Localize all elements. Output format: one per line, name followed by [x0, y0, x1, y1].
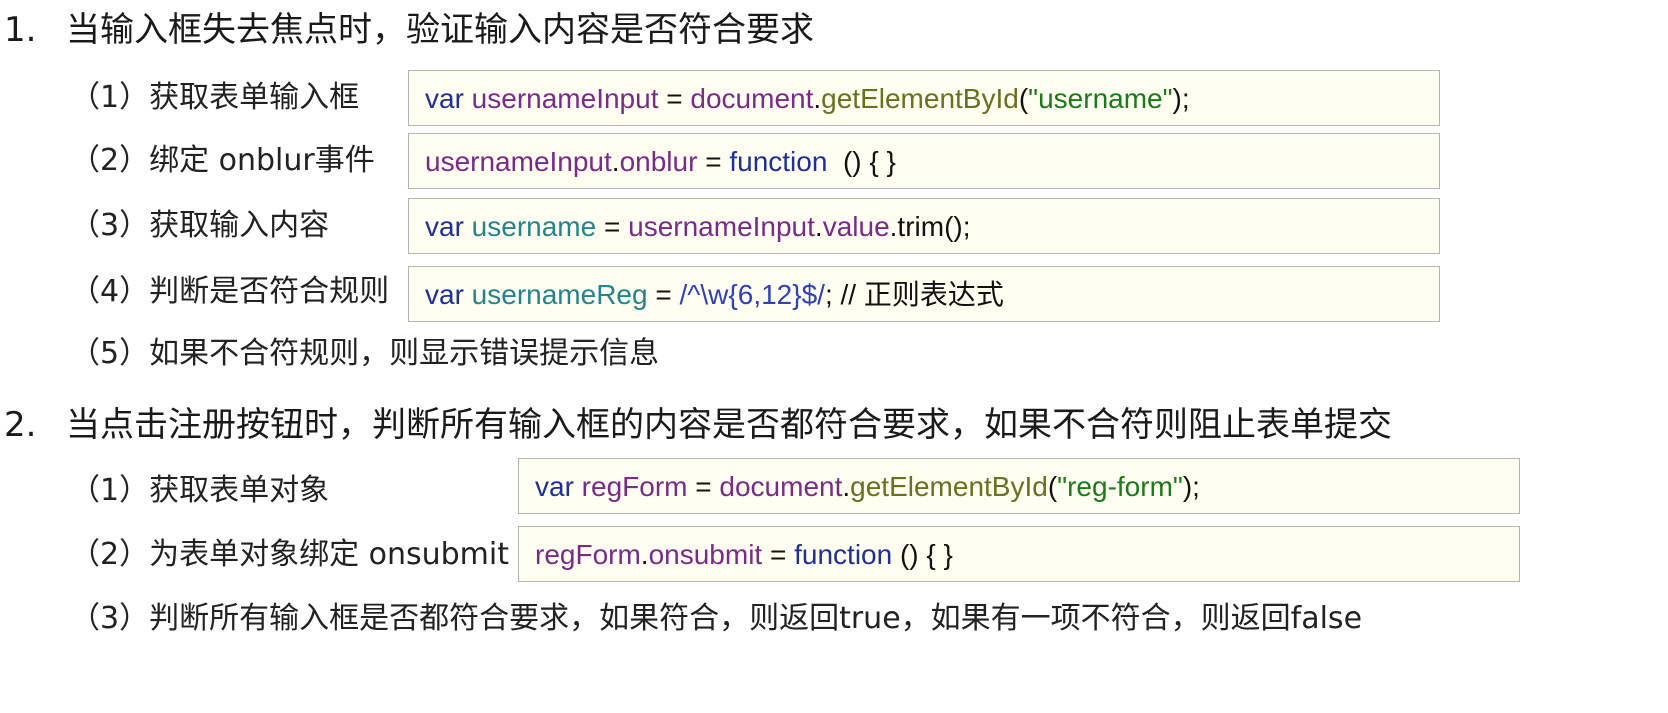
code-operator: =: [596, 211, 629, 242]
code-operator: =: [647, 279, 680, 310]
section-2-title: 当点击注册按钮时，判断所有输入框的内容是否都符合要求，如果不合符则阻止表单提交: [66, 405, 1392, 445]
code-operator: =: [762, 539, 795, 570]
code-keyword: var: [425, 83, 464, 114]
code-dot: .: [640, 539, 649, 570]
step-1-1-label: （1）获取表单输入框: [70, 80, 360, 115]
code-local-variable: usernameReg: [463, 279, 648, 310]
step-1-2-label: （2）绑定 onblur事件: [70, 143, 375, 178]
code-object: document: [690, 83, 814, 114]
code-string: "reg-form": [1057, 471, 1183, 502]
code-keyword: var: [425, 211, 464, 242]
step-1-5-label: （5）如果不合符规则，则显示错误提示信息: [70, 336, 660, 371]
code-paren-open: (: [1018, 83, 1029, 114]
code-property: onblur: [619, 146, 698, 177]
code-operator: =: [687, 471, 720, 502]
code-dot: .: [814, 211, 823, 242]
code-paren-open: (: [1047, 471, 1058, 502]
code-comment: ; // 正则表达式: [824, 279, 1004, 310]
section-2-heading: 2. 当点击注册按钮时，判断所有输入框的内容是否都符合要求，如果不合符则阻止表单提…: [4, 405, 1392, 445]
code-variable: regForm: [573, 471, 688, 502]
code-dot: .: [842, 471, 851, 502]
step-2-3-label: （3）判断所有输入框是否都符合要求，如果符合，则返回true，如果有一项不符合，…: [70, 601, 1363, 636]
code-box-regex: var usernameReg = /^\w{6,12}$/; // 正则表达式: [408, 266, 1440, 322]
step-2-1-label: （1）获取表单对象: [70, 473, 330, 508]
code-body: () { }: [827, 146, 896, 177]
code-variable: regForm: [535, 539, 641, 570]
code-dot: .: [813, 83, 822, 114]
code-property: value: [822, 211, 890, 242]
section-2-number: 2.: [4, 405, 37, 445]
code-string: "username": [1028, 83, 1173, 114]
code-operator: =: [658, 83, 691, 114]
code-object: document: [719, 471, 843, 502]
code-keyword: function: [729, 146, 828, 177]
code-box-get-value: var username = usernameInput.value.trim(…: [408, 198, 1440, 254]
code-keyword: var: [535, 471, 574, 502]
code-box-get-input: var usernameInput = document.getElementB…: [408, 70, 1440, 126]
section-1-heading: 1. 当输入框失去焦点时，验证输入内容是否符合要求: [4, 10, 814, 50]
step-1-4-label: （4）判断是否符合规则: [70, 274, 390, 309]
code-regex: /^\w{6,12}$/: [679, 279, 825, 310]
code-body: () { }: [892, 539, 953, 570]
code-method: getElementById: [850, 471, 1048, 502]
code-paren-close: );: [1182, 471, 1200, 502]
code-box-bind-onsubmit: regForm.onsubmit = function () { }: [518, 526, 1520, 582]
code-keyword: var: [425, 279, 464, 310]
code-method: getElementById: [821, 83, 1019, 114]
step-1-3-label: （3）获取输入内容: [70, 208, 330, 243]
code-local-variable: username: [463, 211, 597, 242]
code-method-call: .trim();: [889, 211, 971, 242]
code-operator: =: [697, 146, 730, 177]
code-keyword: function: [794, 539, 893, 570]
code-variable: usernameInput: [425, 146, 612, 177]
section-1-title: 当输入框失去焦点时，验证输入内容是否符合要求: [66, 10, 814, 50]
code-variable: usernameInput: [628, 211, 815, 242]
code-dot: .: [611, 146, 620, 177]
code-box-bind-onblur: usernameInput.onblur = function () { }: [408, 133, 1440, 189]
step-2-2-label: （2）为表单对象绑定 onsubmit: [70, 537, 509, 572]
code-property: onsubmit: [648, 539, 763, 570]
code-paren-close: );: [1172, 83, 1190, 114]
code-box-get-form: var regForm = document.getElementById("r…: [518, 458, 1520, 514]
code-variable: usernameInput: [463, 83, 659, 114]
section-1-number: 1.: [4, 10, 37, 50]
